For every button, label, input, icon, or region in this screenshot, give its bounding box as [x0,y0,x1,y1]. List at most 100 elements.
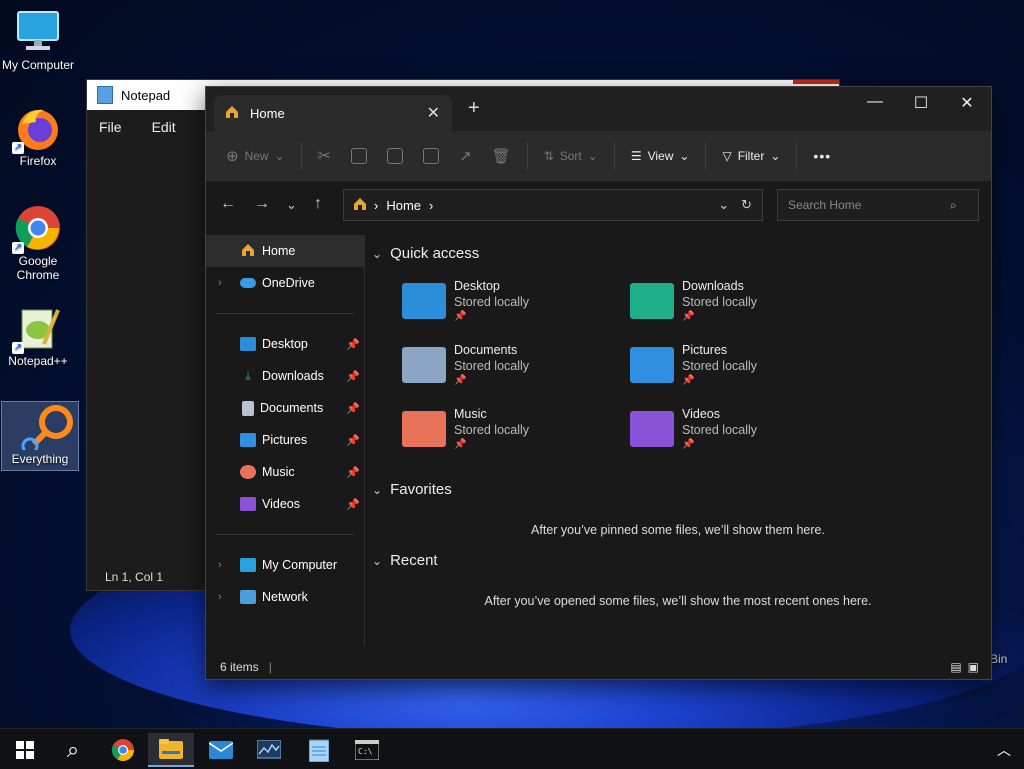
filter-label: Filter [737,149,765,163]
copy-button[interactable] [341,148,377,164]
document-icon [242,400,254,416]
pin-icon[interactable]: 📌 [346,466,360,479]
up-icon[interactable]: ↑ [314,195,322,213]
quick-access-item-downloads[interactable]: Downloads Stored locally 📌 [630,279,830,335]
refresh-icon[interactable]: ↻ [741,197,752,213]
sidebar-item-documents[interactable]: Documents 📌 [206,392,364,424]
section-quick-access[interactable]: ⌄ Quick access [372,245,479,262]
desktop-icon-everything[interactable]: Everything [1,401,79,471]
desktop-icon-notepadpp[interactable]: ↗ Notepad++ [0,304,76,368]
minimize-icon[interactable]: — [852,93,898,111]
chevron-down-icon: ⌄ [372,246,383,261]
section-recent[interactable]: ⌄ Recent [372,552,438,569]
search-input[interactable] [786,197,950,213]
windows-logo-icon [16,741,34,759]
sidebar-item-videos[interactable]: Videos 📌 [206,488,364,520]
back-icon[interactable]: ← [220,195,236,213]
recent-locations-chevron-icon[interactable]: ⌄ [286,197,297,213]
pin-icon[interactable]: 📌 [346,338,360,351]
menu-edit[interactable]: Edit [152,119,176,135]
taskbar: ⌕ C:\ ︿ [0,728,1024,769]
pin-icon: 📌 [682,439,695,450]
show-hidden-icons-button[interactable]: ︿ [984,733,1024,767]
sidebar-item-music[interactable]: Music 📌 [206,456,364,488]
clipboard-icon [387,148,404,164]
toolbar-divider [300,142,302,170]
desktop-icon-chrome[interactable]: ↗ Google Chrome [0,204,76,282]
more-options-button[interactable]: ••• [803,148,841,164]
command-bar: ⊕ New ⌄ ✂ ↗ 🗑 ⇅ Sort ⌄ ☰ View ⌄ ▽ Filter… [206,131,991,181]
delete-button[interactable]: 🗑 [482,147,521,165]
music-icon [240,465,256,479]
cut-button[interactable]: ✂ [308,146,341,166]
quick-access-item-pictures[interactable]: Pictures Stored locally 📌 [630,343,830,399]
sidebar-item-desktop[interactable]: Desktop 📌 [206,328,364,360]
sidebar-item-downloads[interactable]: ⤓ Downloads 📌 [206,360,364,392]
chevron-right-icon[interactable]: › [218,277,222,289]
chrome-icon [111,739,134,761]
recycle-bin-label[interactable]: Bin [990,652,1007,666]
pin-icon[interactable]: 📌 [346,370,360,383]
pictures-icon [240,433,256,447]
scissors-icon: ✂ [317,148,332,165]
details-view-icon[interactable]: ▤ [950,660,961,674]
pin-icon[interactable]: 📌 [346,498,360,511]
taskbar-mail[interactable] [198,733,244,767]
address-row: ← → ⌄ ↑ › Home › ⌄ ↻ ⌕ [206,181,991,235]
videos-folder-icon [630,411,674,447]
quick-access-item-desktop[interactable]: Desktop Stored locally 📌 [402,279,602,335]
address-bar[interactable]: › Home › ⌄ ↻ [343,189,763,221]
sort-button[interactable]: ⇅ Sort ⌄ [534,149,608,163]
chevron-up-icon: ︿ [997,742,1011,758]
pin-icon[interactable]: 📌 [346,402,360,415]
sidebar-item-onedrive[interactable]: › OneDrive [206,267,364,299]
sidebar-item-home[interactable]: Home [206,235,364,267]
tab-close-icon[interactable]: ✕ [427,103,440,123]
view-button[interactable]: ☰ View ⌄ [621,149,700,163]
new-button[interactable]: ⊕ New ⌄ [216,147,295,165]
taskbar-file-explorer[interactable] [148,733,194,767]
filter-button[interactable]: ▽ Filter ⌄ [712,149,790,163]
sidebar-item-my-computer[interactable]: › My Computer [206,549,364,581]
toolbar-divider [613,142,615,170]
desktop-icon-firefox[interactable]: ↗ Firefox [0,104,76,168]
address-dropdown-icon[interactable]: ⌄ [718,197,729,213]
desktop-icon-my-computer[interactable]: My Computer [0,8,76,72]
maximize-icon[interactable]: ☐ [898,93,944,113]
paste-button[interactable] [377,148,413,164]
taskbar-notepad[interactable] [296,733,342,767]
file-explorer-window[interactable]: Home ✕ + — ☐ ✕ ⊕ New ⌄ ✂ ↗ 🗑 ⇅ Sort ⌄ ☰ … [205,86,992,680]
view-label: View [647,149,674,163]
sidebar-item-network[interactable]: › Network [206,581,364,613]
start-button[interactable] [2,733,48,767]
quick-access-item-documents[interactable]: Documents Stored locally 📌 [402,343,602,399]
quick-access-item-music[interactable]: Music Stored locally 📌 [402,407,602,463]
breadcrumb-home[interactable]: Home [386,198,421,213]
taskbar-terminal[interactable]: C:\ [344,733,390,767]
new-tab-icon[interactable]: + [468,97,480,120]
rename-button[interactable] [413,148,449,164]
firefox-icon: ↗ [12,104,62,154]
item-name: Downloads [682,279,744,293]
menu-file[interactable]: File [99,119,122,135]
status-bar: 6 items | ▤ ▣ [206,655,991,679]
quick-access-item-videos[interactable]: Videos Stored locally 📌 [630,407,830,463]
taskbar-search-button[interactable]: ⌕ [50,733,96,767]
section-heading: Recent [390,552,438,569]
large-icons-view-icon[interactable]: ▣ [968,660,979,674]
close-window-icon[interactable]: ✕ [944,93,990,113]
section-favorites[interactable]: ⌄ Favorites [372,481,452,498]
chevron-right-icon[interactable]: › [218,591,222,603]
taskbar-chrome[interactable] [100,733,146,767]
sidebar-item-label: Network [262,590,308,604]
pin-icon[interactable]: 📌 [346,434,360,447]
share-button[interactable]: ↗ [449,147,482,165]
sort-label: Sort [559,149,582,163]
chevron-right-icon[interactable]: › [218,559,222,571]
tab-home[interactable]: Home ✕ [214,95,452,131]
taskbar-monitor-app[interactable] [246,733,292,767]
sidebar-item-pictures[interactable]: Pictures 📌 [206,424,364,456]
forward-icon[interactable]: → [254,195,270,213]
search-box[interactable]: ⌕ [777,189,979,221]
item-location: Stored locally [682,359,758,373]
